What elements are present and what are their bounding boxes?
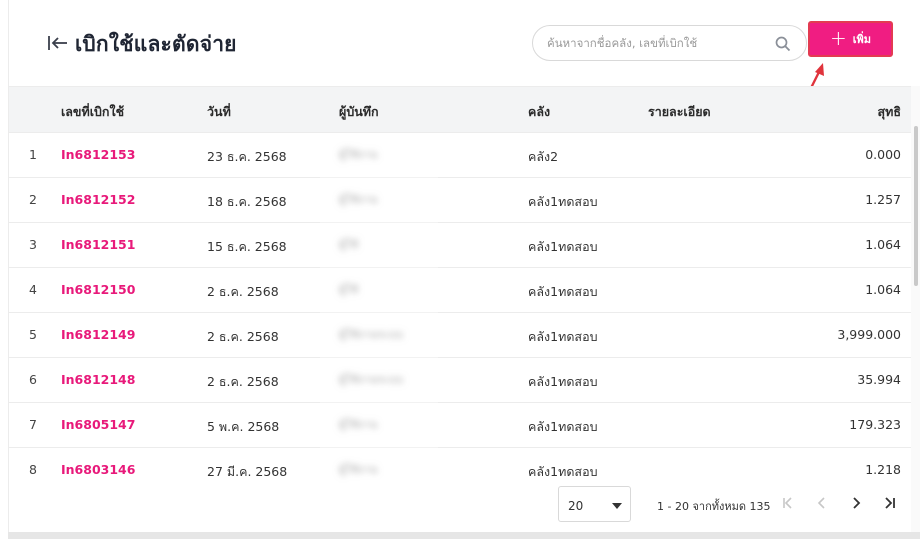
column-header-user[interactable]: ผู้บันทึก bbox=[339, 102, 379, 122]
scrollbar-thumb[interactable] bbox=[914, 126, 918, 286]
row-user: ผู้ใช้งาน bbox=[339, 415, 435, 435]
row-date: 27 มี.ค. 2568 bbox=[207, 464, 288, 479]
row-warehouse: คลัง1ทดสอบ bbox=[528, 464, 598, 479]
row-date: 23 ธ.ค. 2568 bbox=[207, 149, 287, 164]
table-row[interactable]: 7 In6805147 5 พ.ค. 2568 ผู้ใช้งาน คลัง1ท… bbox=[9, 403, 911, 448]
row-net: 0.000 bbox=[865, 147, 901, 162]
row-date: 2 ธ.ค. 2568 bbox=[207, 374, 279, 389]
doc-link[interactable]: In6812151 bbox=[61, 237, 135, 252]
row-warehouse: คลัง1ทดสอบ bbox=[528, 374, 598, 389]
row-index: 5 bbox=[29, 327, 37, 342]
row-net: 1.064 bbox=[865, 237, 901, 252]
row-user-text: ผู้ใช้งานระบบ bbox=[339, 328, 404, 341]
column-header-date[interactable]: วันที่ bbox=[207, 102, 231, 122]
row-date: 18 ธ.ค. 2568 bbox=[207, 194, 287, 209]
row-user-text: ผู้ใช้งาน bbox=[339, 148, 378, 161]
doc-link[interactable]: In6812148 bbox=[61, 372, 135, 387]
scrollbar[interactable] bbox=[911, 86, 920, 536]
row-user-text: ผู้ใช้ bbox=[339, 238, 359, 251]
page-range-text: 1 - 20 จากทั้งหมด 135 bbox=[657, 500, 771, 513]
row-net: 179.323 bbox=[849, 417, 901, 432]
row-user-text: ผู้ใช้ bbox=[339, 283, 359, 296]
row-warehouse: คลัง1ทดสอบ bbox=[528, 419, 598, 434]
previous-page-icon[interactable] bbox=[811, 492, 833, 514]
table-row[interactable]: 3 In6812151 15 ธ.ค. 2568 ผู้ใช้ คลัง1ทดส… bbox=[9, 223, 911, 268]
row-warehouse: คลัง1ทดสอบ bbox=[528, 329, 598, 344]
table-row[interactable]: 6 In6812148 2 ธ.ค. 2568 ผู้ใช้งานระบบ คล… bbox=[9, 358, 911, 403]
add-button[interactable]: + เพิ่ม bbox=[808, 21, 893, 57]
back-icon[interactable] bbox=[47, 33, 69, 53]
doc-link[interactable]: In6812152 bbox=[61, 192, 135, 207]
last-page-icon[interactable] bbox=[879, 492, 901, 514]
row-net: 1.064 bbox=[865, 282, 901, 297]
add-button-label: เพิ่ม bbox=[852, 33, 872, 46]
row-user-text: ผู้ใช้งาน bbox=[339, 463, 378, 476]
doc-link[interactable]: In6805147 bbox=[61, 417, 135, 432]
page-size-value: 20 bbox=[568, 499, 584, 513]
row-warehouse: คลัง1ทดสอบ bbox=[528, 284, 598, 299]
column-header-warehouse[interactable]: คลัง bbox=[528, 102, 550, 122]
row-net: 1.257 bbox=[865, 192, 901, 207]
column-header-doc[interactable]: เลขที่เบิกใช้ bbox=[61, 102, 124, 122]
doc-link[interactable]: In6812149 bbox=[61, 327, 135, 342]
row-net: 3,999.000 bbox=[837, 327, 901, 342]
table-header: เลขที่เบิกใช้ วันที่ ผู้บันทึก คลัง รายล… bbox=[9, 86, 911, 133]
search-box bbox=[532, 25, 807, 61]
row-user: ผู้ใช้ bbox=[339, 280, 435, 300]
first-page-icon[interactable] bbox=[777, 492, 799, 514]
row-user-text: ผู้ใช้งานระบบ bbox=[339, 373, 404, 386]
row-date: 15 ธ.ค. 2568 bbox=[207, 239, 287, 254]
table-row[interactable]: 4 In6812150 2 ธ.ค. 2568 ผู้ใช้ คลัง1ทดสอ… bbox=[9, 268, 911, 313]
row-user: ผู้ใช้งาน bbox=[339, 145, 435, 165]
page-size-select[interactable]: 20 bbox=[558, 486, 631, 522]
row-index: 8 bbox=[29, 462, 37, 477]
pagination: 20 1 - 20 จากทั้งหมด 135 bbox=[9, 484, 911, 532]
doc-link[interactable]: In6812153 bbox=[61, 147, 135, 162]
row-user: ผู้ใช้งานระบบ bbox=[339, 325, 435, 345]
next-page-icon[interactable] bbox=[845, 492, 867, 514]
row-warehouse: คลัง2 bbox=[528, 149, 559, 164]
plus-icon: + bbox=[829, 26, 847, 50]
search-icon[interactable] bbox=[774, 35, 792, 53]
row-index: 2 bbox=[29, 192, 37, 207]
table-row[interactable]: 1 In6812153 23 ธ.ค. 2568 ผู้ใช้งาน คลัง2… bbox=[9, 133, 911, 178]
table-row[interactable]: 5 In6812149 2 ธ.ค. 2568 ผู้ใช้งานระบบ คล… bbox=[9, 313, 911, 358]
row-user-text: ผู้ใช้งาน bbox=[339, 418, 378, 431]
page-header: เบิกใช้และตัดจ่าย + เพิ่ม bbox=[9, 0, 920, 86]
row-warehouse: คลัง1ทดสอบ bbox=[528, 239, 598, 254]
divider bbox=[8, 532, 920, 539]
row-net: 35.994 bbox=[857, 372, 901, 387]
doc-link[interactable]: In6812150 bbox=[61, 282, 135, 297]
caret-down-icon bbox=[612, 503, 622, 509]
row-index: 1 bbox=[29, 147, 37, 162]
row-user-text: ผู้ใช้งาน bbox=[339, 193, 378, 206]
column-header-net[interactable]: สุทธิ bbox=[878, 102, 902, 122]
row-date: 2 ธ.ค. 2568 bbox=[207, 329, 279, 344]
row-index: 6 bbox=[29, 372, 37, 387]
row-user: ผู้ใช้ bbox=[339, 235, 435, 255]
row-index: 4 bbox=[29, 282, 37, 297]
column-header-details[interactable]: รายละเอียด bbox=[648, 102, 711, 122]
row-date: 5 พ.ค. 2568 bbox=[207, 419, 280, 434]
row-date: 2 ธ.ค. 2568 bbox=[207, 284, 279, 299]
row-net: 1.218 bbox=[865, 462, 901, 477]
row-index: 3 bbox=[29, 237, 37, 252]
row-index: 7 bbox=[29, 417, 37, 432]
row-warehouse: คลัง1ทดสอบ bbox=[528, 194, 598, 209]
doc-link[interactable]: In6803146 bbox=[61, 462, 135, 477]
page-title: เบิกใช้และตัดจ่าย bbox=[75, 32, 237, 56]
row-user: ผู้ใช้งาน bbox=[339, 190, 435, 210]
row-user: ผู้ใช้งานระบบ bbox=[339, 370, 435, 390]
table-row[interactable]: 2 In6812152 18 ธ.ค. 2568 ผู้ใช้งาน คลัง1… bbox=[9, 178, 911, 223]
row-user: ผู้ใช้งาน bbox=[339, 460, 435, 480]
search-input[interactable] bbox=[547, 33, 767, 53]
